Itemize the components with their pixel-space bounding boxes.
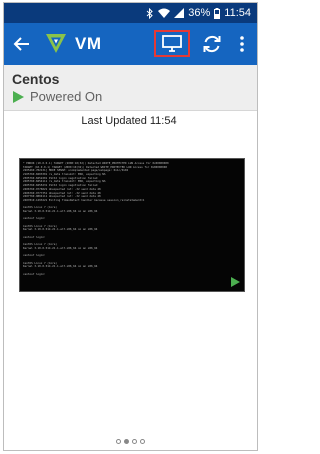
- page-dot[interactable]: [140, 439, 145, 444]
- back-arrow-icon[interactable]: [12, 34, 32, 54]
- vm-header: Centos Powered On: [4, 65, 257, 111]
- power-status: Powered On: [12, 89, 102, 104]
- page-dot[interactable]: [116, 439, 121, 444]
- bluetooth-icon: [146, 7, 153, 19]
- page-dot[interactable]: [132, 439, 137, 444]
- signal-icon: [174, 8, 185, 18]
- power-state-label: Powered On: [30, 89, 103, 104]
- wifi-icon: [158, 8, 171, 18]
- console-line: centos7 login:: [23, 272, 46, 276]
- monitor-icon: [162, 35, 182, 52]
- page-title: VM: [75, 34, 102, 53]
- refresh-icon[interactable]: [201, 33, 223, 55]
- last-updated-time: 11:54: [149, 115, 177, 127]
- app-logo-icon: [46, 34, 66, 53]
- status-time: 11:54: [224, 7, 251, 19]
- console-screenshot[interactable]: * ERROR (10.0.0.1) TARGET (2000:10(32)) …: [19, 158, 245, 292]
- last-updated: Last Updated 11:54: [4, 115, 257, 127]
- app-bar: VM: [4, 23, 257, 65]
- play-icon: [13, 90, 24, 103]
- console-play-icon[interactable]: [230, 277, 240, 287]
- page-dot[interactable]: [124, 439, 129, 444]
- console-button[interactable]: [154, 30, 190, 57]
- status-bar: 36% 11:54: [4, 3, 257, 23]
- more-menu-button[interactable]: [235, 32, 249, 56]
- vm-name: Centos: [12, 71, 60, 87]
- console-text: * ERROR (10.0.0.1) TARGET (2000:10(32)) …: [23, 162, 241, 276]
- phone-screen: 36% 11:54 VM Centos Powered On Last Upda…: [3, 2, 258, 451]
- last-updated-label: Last Updated: [81, 115, 147, 127]
- battery-icon: [214, 7, 221, 19]
- page-indicator: [4, 439, 257, 444]
- battery-percent: 36%: [188, 7, 211, 19]
- more-vert-icon: [240, 36, 244, 52]
